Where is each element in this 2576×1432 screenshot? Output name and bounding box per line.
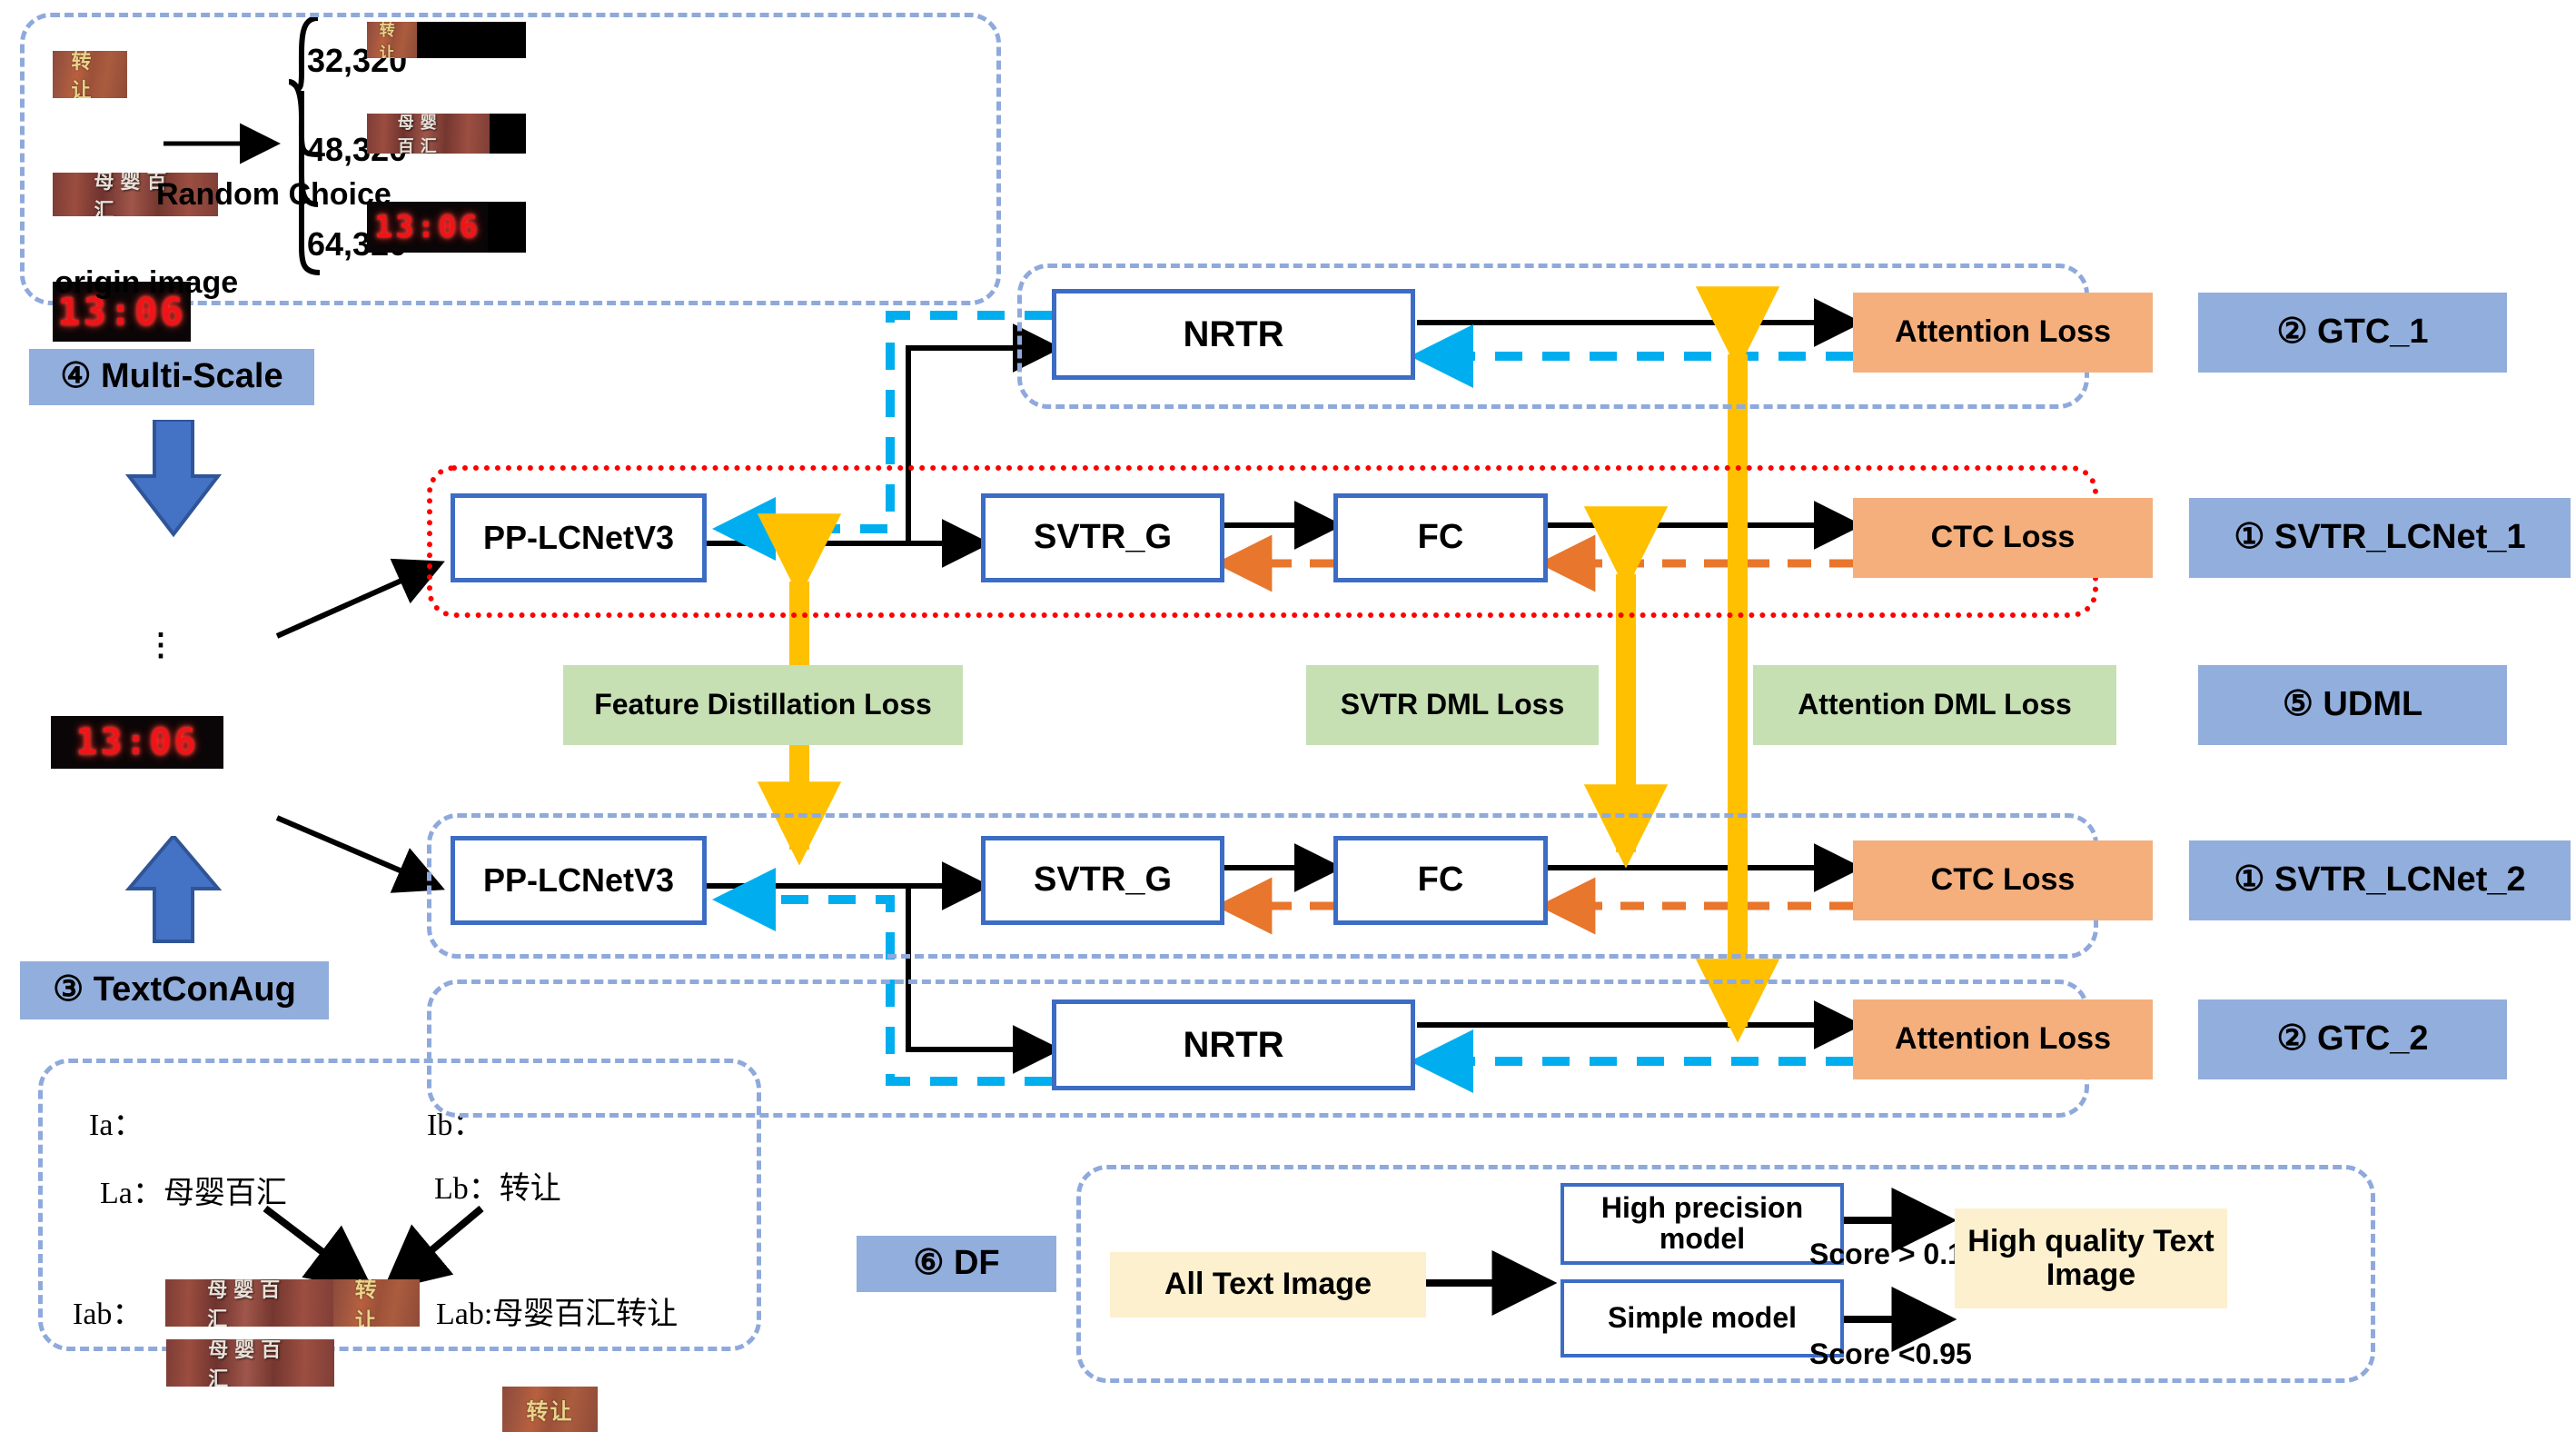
gtc2-attention-loss-box: Attention Loss [1853,999,2153,1079]
tag-svtr-lcnet2: ① SVTR_LCNet_2 [2189,840,2571,920]
fc2-box: FC [1333,836,1548,925]
tag-gtc1: ② GTC_1 [2198,293,2507,373]
iab-label: Iab： [73,1298,144,1331]
sample-clock-midleft [51,716,223,769]
lb-label: Lb：转让 [434,1172,561,1206]
df-output-box: High quality Text Image [1955,1208,2227,1308]
scaled-sample-1 [367,114,526,154]
textconaug-image-iab [165,1279,420,1327]
scaled-sample-2 [367,202,526,253]
tag-df: ⑥ DF [857,1236,1056,1292]
lcnet2-backbone-box: PP-LCNetV3 [451,836,707,925]
handwriting-to-backbone-arrow [275,815,445,893]
la-label: La：母婴百汇 [100,1177,287,1210]
ia-label: Ia： [89,1109,144,1142]
tag-svtr-lcnet1: ① SVTR_LCNet_1 [2189,498,2571,578]
ctc2-loss-box: CTC Loss [1853,840,2153,920]
df-input-box: All Text Image [1110,1252,1426,1318]
tag-udml: ⑤ UDML [2198,665,2507,745]
origin-sample-zhuanrang [53,51,127,98]
multi-scale-down-arrow [124,420,223,538]
gtc1-nrtr-box: NRTR [1052,289,1415,380]
random-choice-label: Random Choice [156,177,391,212]
scaled-sample-0 [367,22,526,58]
attention-dml-loss-box: Attention DML Loss [1753,665,2116,745]
tag-textconaug: ③ TextConAug [20,961,329,1019]
ctc1-loss-box: CTC Loss [1853,498,2153,578]
samples-ellipsis: ⋮ [145,628,176,662]
fc1-box: FC [1333,493,1548,582]
textconaug-image-ib [502,1387,598,1432]
svtr-dml-loss-box: SVTR DML Loss [1306,665,1599,745]
svtrg1-box: SVTR_G [981,493,1224,582]
clock-to-backbone-arrow [275,558,445,639]
df-simple-model-box: Simple model [1560,1279,1844,1357]
lab-label: Lab:母婴百汇转让 [436,1298,679,1331]
df-score-low-label: Score <0.95 [1809,1338,1972,1370]
gtc2-nrtr-box: NRTR [1052,999,1415,1090]
textconaug-up-arrow [124,836,223,943]
svtrg2-box: SVTR_G [981,836,1224,925]
df-high-precision-model-box: High precision model [1560,1183,1844,1265]
gtc1-attention-loss-box: Attention Loss [1853,293,2153,373]
lcnet1-backbone-box: PP-LCNetV3 [451,493,707,582]
tag-gtc2: ② GTC_2 [2198,999,2507,1079]
origin-image-caption: origin image [54,265,239,300]
feature-distillation-loss-box: Feature Distillation Loss [563,665,963,745]
textconaug-image-ia [166,1339,334,1387]
tag-multi-scale: ④ Multi-Scale [29,349,314,405]
